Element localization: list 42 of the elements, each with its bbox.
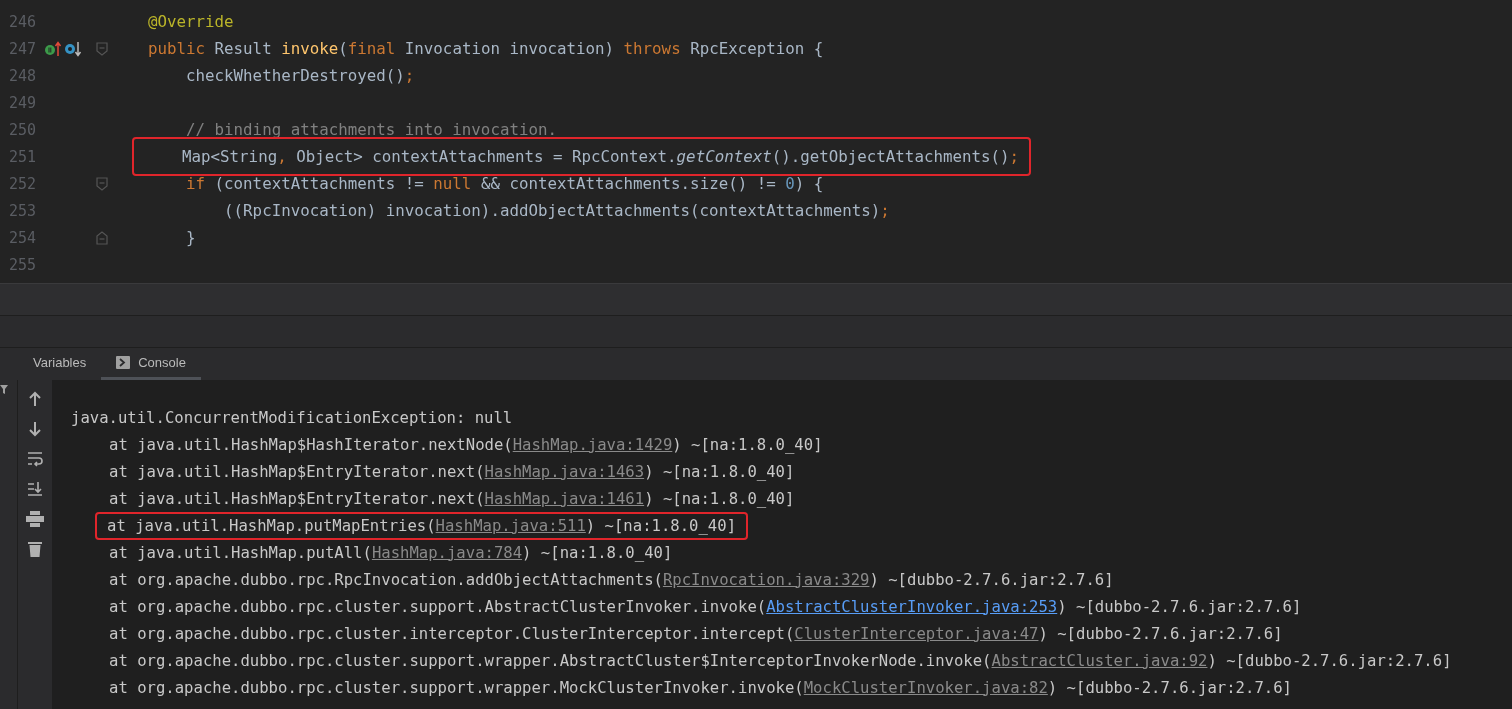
source-link[interactable]: ClusterInterceptor.java:47 bbox=[794, 624, 1039, 643]
overridden-down-icon[interactable] bbox=[64, 40, 82, 57]
line-number: 248 bbox=[7, 66, 36, 85]
line-number: 252 bbox=[7, 174, 36, 193]
line-number: 246 bbox=[7, 12, 36, 31]
print-button[interactable] bbox=[24, 508, 46, 530]
stack-frame-line: at org.apache.dubbo.rpc.cluster.support.wrapper.AbstractCluster$InterceptorInvokerNode.invoke(AbstractCluster.java:92) ~[dubbo-2.7.6.jar:2.7.6] bbox=[108, 650, 1453, 672]
code-line: } bbox=[185, 227, 197, 249]
exception-line: java.util.ConcurrentModificationException: null bbox=[70, 407, 514, 429]
line-number: 251 bbox=[7, 147, 36, 166]
stack-frame-line: at java.util.HashMap$HashIterator.nextNode(HashMap.java:1429) ~[na:1.8.0_40] bbox=[108, 434, 824, 456]
stack-frame-line: at org.apache.dubbo.rpc.RpcInvocation.addObjectAttachments(RpcInvocation.java:329) ~[dubbo-2.7.6.jar:2.7.6] bbox=[108, 569, 1115, 591]
code-line: checkWhetherDestroyed(); bbox=[185, 65, 416, 87]
source-link[interactable]: HashMap.java:511 bbox=[435, 516, 586, 535]
source-link[interactable]: HashMap.java:1429 bbox=[512, 435, 673, 454]
stack-frame-line: at org.apache.dubbo.rpc.cluster.support.wrapper.MockClusterInvoker.invoke(MockClusterInvoker.java:82) ~[dubbo-2.7.6.jar:2.7.6] bbox=[108, 677, 1293, 699]
source-link[interactable]: AbstractClusterInvoker.java:253 bbox=[766, 597, 1058, 616]
implements-up-icon[interactable] bbox=[44, 40, 62, 57]
filter-icon[interactable] bbox=[0, 383, 10, 395]
source-link[interactable]: MockClusterInvoker.java:82 bbox=[803, 678, 1048, 697]
stack-frame-line: at java.util.HashMap$EntryIterator.next(HashMap.java:1463) ~[na:1.8.0_40] bbox=[108, 461, 796, 483]
code-line: @Override bbox=[147, 11, 235, 33]
source-link[interactable]: HashMap.java:1463 bbox=[484, 462, 645, 481]
console-icon bbox=[116, 356, 131, 369]
stack-frame-line: at org.apache.dubbo.rpc.cluster.interceptor.ClusterInterceptor.intercept(ClusterInterceptor.java:47) ~[dubbo-2.7.6.jar:2.7.6] bbox=[108, 623, 1284, 645]
line-number: 249 bbox=[7, 93, 36, 112]
line-number: 253 bbox=[7, 201, 36, 220]
panel-tab[interactable]: Variables bbox=[18, 348, 102, 380]
stack-frame-line: at java.util.HashMap.putAll(HashMap.java:784) ~[na:1.8.0_40] bbox=[108, 542, 674, 564]
source-link[interactable]: HashMap.java:784 bbox=[371, 543, 523, 562]
source-link[interactable]: AbstractCluster.java:92 bbox=[991, 651, 1208, 670]
code-line: public Result invoke(final Invocation invocation) throws RpcException { bbox=[147, 38, 825, 60]
line-number: 255 bbox=[7, 255, 36, 274]
code-line: if (contextAttachments != null && contextAttachments.size() != 0) { bbox=[185, 173, 825, 195]
stack-frame-line: at org.apache.dubbo.rpc.cluster.support.AbstractClusterInvoker.invoke(AbstractClusterInvoker.java:253) ~[dubbo-2.7.6.jar:2.7.6] bbox=[108, 596, 1303, 618]
line-number: 247 bbox=[7, 39, 36, 58]
code-line: ((RpcInvocation) invocation).addObjectAttachments(contextAttachments); bbox=[223, 200, 891, 222]
line-number: 254 bbox=[7, 228, 36, 247]
source-link[interactable]: RpcInvocation.java:329 bbox=[662, 570, 870, 589]
source-link[interactable]: HashMap.java:1461 bbox=[484, 489, 645, 508]
line-number: 250 bbox=[7, 120, 36, 139]
stack-frame-line: at java.util.HashMap$EntryIterator.next(HashMap.java:1461) ~[na:1.8.0_40] bbox=[108, 488, 796, 510]
